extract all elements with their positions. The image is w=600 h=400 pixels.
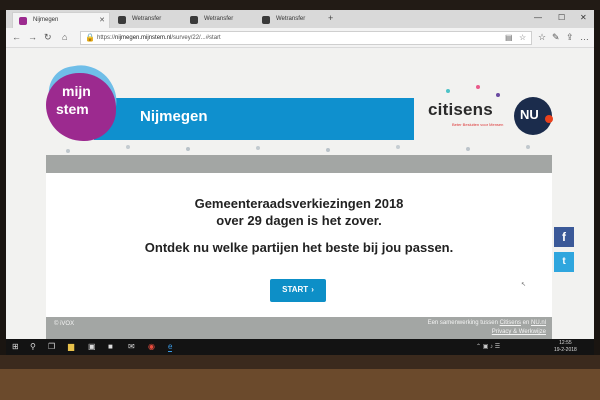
- store-icon[interactable]: ▣: [88, 342, 96, 351]
- confetti-dot: [126, 145, 130, 149]
- favorite-star-icon[interactable]: ☆: [519, 33, 526, 42]
- citisens-logo: citisens: [428, 100, 493, 119]
- card-header: [46, 155, 552, 173]
- tab-label: Wetransfer: [132, 16, 162, 22]
- lock-icon: 🔒: [85, 33, 95, 42]
- confetti-dot: [186, 147, 190, 151]
- more-icon[interactable]: …: [580, 32, 589, 42]
- new-tab-button[interactable]: +: [328, 13, 333, 23]
- twitter-share-button[interactable]: t: [554, 252, 574, 272]
- clock-date: 19-2-2018: [554, 347, 577, 353]
- confetti-dot: [466, 147, 470, 151]
- tab-nijmegen[interactable]: Nijmegen ✕: [12, 12, 110, 28]
- tab-label: Wetransfer: [276, 16, 306, 22]
- chrome-icon[interactable]: ◉: [148, 342, 155, 351]
- search-icon[interactable]: ⚲: [30, 342, 36, 351]
- chevron-right-icon: ›: [311, 285, 314, 294]
- hub-icon[interactable]: ☆: [538, 32, 546, 43]
- logo-text-mijn: mijn: [62, 83, 91, 99]
- room-background: [0, 355, 600, 400]
- tab-favicon-icon: [190, 16, 198, 24]
- back-icon[interactable]: ←: [12, 32, 21, 42]
- reading-view-icon[interactable]: ▤: [505, 33, 513, 42]
- tab-wetransfer-3[interactable]: Wetransfer: [256, 12, 326, 28]
- banner-title: Nijmegen: [140, 108, 208, 125]
- start-icon[interactable]: ⊞: [12, 342, 19, 351]
- tab-wetransfer-2[interactable]: Wetransfer: [184, 12, 254, 28]
- headline-line-1: Gemeenteraadsverkiezingen 2018: [194, 196, 404, 211]
- facebook-icon: f: [562, 230, 566, 244]
- confetti-dot: [496, 93, 500, 97]
- confetti-dot: [326, 148, 330, 152]
- collaboration-text: Een samenwerking tussen Citisens en NU.n…: [427, 320, 546, 326]
- maximize-button[interactable]: ☐: [558, 13, 565, 22]
- close-window-button[interactable]: ✕: [580, 13, 587, 22]
- logo-text-stem: stem: [56, 101, 89, 117]
- home-icon[interactable]: ⌂: [62, 32, 67, 42]
- confetti-dot: [476, 85, 480, 89]
- clock[interactable]: 12:55 19-2-2018: [554, 340, 577, 354]
- share-icon[interactable]: ⇪: [566, 32, 574, 43]
- web-page: Nijmegen mijn stem citisens Beter Beslui…: [6, 49, 594, 339]
- intro-card: Gemeenteraadsverkiezingen 2018 over 29 d…: [46, 173, 552, 317]
- header-banner: Nijmegen: [94, 98, 414, 140]
- clock-time: 12:55: [559, 340, 572, 346]
- tab-label: Wetransfer: [204, 16, 234, 22]
- card-footer: © iVOX Een samenwerking tussen Citisens …: [46, 317, 552, 339]
- tab-strip: Nijmegen ✕ Wetransfer Wetransfer Wetrans…: [6, 10, 594, 28]
- twitter-icon: t: [562, 256, 566, 267]
- subheadline: Ontdek nu welke partijen het beste bij j…: [144, 240, 454, 255]
- tab-favicon-icon: [118, 16, 126, 24]
- headline-line-2: over 29 dagen is het zover.: [216, 213, 382, 228]
- windows-taskbar: ⊞ ⚲ ❐ ▆ ▣ ■ ✉ ◉ e ⌃ ▣ ♪ ☰ 12:55 19-2-201…: [6, 339, 594, 355]
- screen: Nijmegen ✕ Wetransfer Wetransfer Wetrans…: [6, 10, 594, 355]
- minimize-button[interactable]: —: [534, 13, 542, 22]
- app-icon[interactable]: ■: [108, 342, 113, 351]
- address-bar[interactable]: 🔒 https://nijmegen.mijnstem.nl/survey/22…: [80, 31, 532, 45]
- facebook-share-button[interactable]: f: [554, 227, 574, 247]
- copyright-text: © iVOX: [54, 321, 75, 327]
- system-tray[interactable]: ⌃ ▣ ♪ ☰: [476, 343, 500, 350]
- monitor-bezel: [0, 0, 600, 10]
- tab-favicon-icon: [19, 17, 27, 25]
- notes-icon[interactable]: ✎: [552, 32, 560, 43]
- tab-close-icon[interactable]: ✕: [99, 16, 105, 24]
- nu-logo-dot: [545, 115, 553, 123]
- start-button[interactable]: START ›: [270, 279, 326, 302]
- confetti-dot: [446, 89, 450, 93]
- task-view-icon[interactable]: ❐: [48, 342, 55, 351]
- explorer-icon[interactable]: ▆: [68, 342, 74, 351]
- url-text: https://nijmegen.mijnstem.nl/survey/22/.…: [97, 35, 221, 41]
- nu-logo-text: NU: [520, 107, 539, 122]
- edge-icon[interactable]: e: [168, 342, 173, 352]
- confetti-dot: [396, 145, 400, 149]
- refresh-icon[interactable]: ↻: [44, 32, 52, 43]
- tab-label: Nijmegen: [33, 17, 59, 23]
- citisens-tagline: Beter Besluiten voor Mensen: [452, 122, 504, 127]
- nu-link[interactable]: NU.nl: [531, 320, 546, 326]
- wooden-shelf: [0, 369, 600, 400]
- confetti-dot: [526, 145, 530, 149]
- forward-icon[interactable]: →: [28, 32, 37, 42]
- privacy-link[interactable]: Privacy & Werkwijze: [492, 329, 546, 335]
- headline: Gemeenteraadsverkiezingen 2018 over 29 d…: [46, 195, 552, 229]
- confetti-dot: [256, 146, 260, 150]
- mail-icon[interactable]: ✉: [128, 342, 135, 351]
- mouse-pointer-icon: ↖: [521, 282, 527, 288]
- confetti-dot: [66, 149, 70, 153]
- tab-wetransfer-1[interactable]: Wetransfer: [112, 12, 182, 28]
- tab-favicon-icon: [262, 16, 270, 24]
- citisens-link[interactable]: Citisens: [500, 320, 521, 326]
- start-button-label: START: [282, 285, 309, 294]
- navigation-bar: ← → ↻ ⌂ 🔒 https://nijmegen.mijnstem.nl/s…: [6, 28, 594, 48]
